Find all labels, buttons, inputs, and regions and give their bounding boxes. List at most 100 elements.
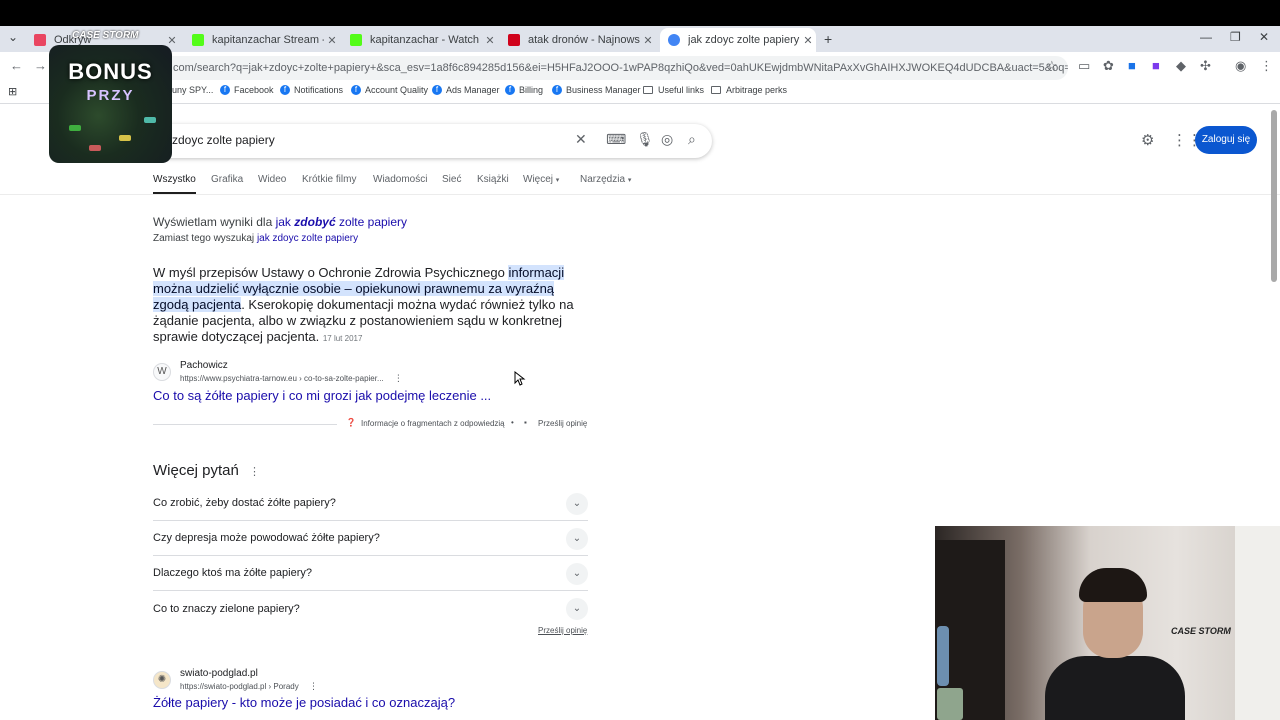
bookmark-star-icon[interactable]: ☆	[1046, 58, 1058, 74]
extension-diamond-icon[interactable]: ◆	[1176, 58, 1186, 74]
bookmark-4[interactable]: f Ads Manager	[432, 85, 500, 95]
tab-all[interactable]: Wszystko	[153, 174, 196, 195]
bookmark-label: Business Manager	[566, 85, 641, 95]
profile-icon[interactable]: ◉	[1235, 58, 1246, 74]
tab-images[interactable]: Grafika	[211, 174, 243, 185]
close-icon[interactable]: ✕	[164, 34, 180, 47]
tab-more[interactable]: Więcej ▾	[523, 174, 559, 185]
close-icon[interactable]: ✕	[482, 34, 498, 47]
tab-books[interactable]: Książki	[477, 174, 509, 185]
address-bar[interactable]: com/search?q=jak+zdoyc+zolte+papiery+&sc…	[58, 56, 1068, 80]
bookmark-label: Arbitrage perks	[726, 85, 788, 95]
tab-search-icon[interactable]: ⌄	[8, 30, 18, 44]
restore-icon[interactable]: ❐	[1230, 30, 1241, 44]
close-icon[interactable]: ✕	[324, 34, 340, 47]
tab-news[interactable]: Wiadomości	[373, 174, 427, 185]
search-input[interactable]: zdoyc zolte papiery	[150, 124, 712, 158]
lens-icon[interactable]: ◎	[661, 131, 673, 148]
close-icon[interactable]: ✕	[800, 34, 816, 47]
bookmark-5[interactable]: f Billing	[505, 85, 543, 95]
bookmark-label: Account Quality	[365, 85, 429, 95]
webcam-bottle	[937, 626, 949, 686]
menu-kebab-icon[interactable]: ⋮	[1260, 58, 1273, 74]
instead-prefix: Zamiast tego wyszukaj	[153, 233, 255, 244]
tab-1[interactable]: kapitanzachar Stream - Watch L ✕	[184, 28, 340, 52]
chevron-down-icon: ⌄	[566, 493, 588, 515]
original-query-link[interactable]: jak zdoyc zolte papiery	[257, 233, 358, 244]
minimize-icon[interactable]: —	[1200, 30, 1212, 44]
webcam-can	[937, 688, 963, 720]
mouse-cursor-icon	[514, 371, 526, 386]
extension-purple-icon[interactable]: ■	[1152, 58, 1160, 73]
decor-chip	[89, 145, 101, 151]
close-icon[interactable]: ✕	[640, 34, 656, 47]
apps-icon[interactable]: ⊞	[8, 85, 17, 98]
extensions-puzzle-icon[interactable]: ✣	[1200, 58, 1211, 74]
bookmark-7[interactable]: Useful links	[643, 85, 704, 95]
source-url: https://swiato-podglad.pl › Porady	[180, 682, 299, 691]
paa-item[interactable]: Co zrobić, żeby dostać żółte papiery? ⌄	[153, 486, 588, 521]
result-title-link-2[interactable]: Żółte papiery - kto może je posiadać i c…	[153, 695, 455, 710]
bookmark-label: Ads Manager	[446, 85, 500, 95]
close-window-icon[interactable]: ✕	[1259, 30, 1269, 44]
bookmark-8[interactable]: Arbitrage perks	[711, 85, 787, 95]
search-query-text: zdoyc zolte papiery	[172, 133, 275, 147]
new-tab-button[interactable]: +	[824, 31, 832, 47]
bookmark-6[interactable]: f Business Manager	[552, 85, 641, 95]
snippet-date: 17 lut 2017	[322, 334, 363, 343]
sign-in-button[interactable]: Zaloguj się	[1195, 126, 1257, 154]
more-options-icon[interactable]: ⋮	[394, 373, 403, 383]
tab-2[interactable]: kapitanzachar - Watch clips on ✕	[342, 28, 498, 52]
result-title-link[interactable]: Co to są żółte papiery i co mi grozi jak…	[153, 388, 491, 403]
tab-web[interactable]: Sieć	[442, 174, 461, 185]
extension-blue-icon[interactable]: ■	[1128, 58, 1136, 73]
kick-icon	[192, 34, 204, 46]
more-options-icon[interactable]: ⋮	[309, 681, 318, 691]
tab-tools[interactable]: Narzędzia ▾	[580, 174, 631, 185]
tab-active[interactable]: jak zdoyc zolte papiery - Szuka ✕	[660, 28, 816, 52]
przy-text: PRZY	[86, 87, 135, 104]
facebook-icon: f	[432, 85, 442, 95]
paa-item[interactable]: Czy depresja może powodować żółte papier…	[153, 521, 588, 556]
bookmark-2[interactable]: f Notifications	[280, 85, 343, 95]
webcam-overlay: CASE STORM	[935, 526, 1280, 720]
facebook-icon: f	[552, 85, 562, 95]
fragments-info-link[interactable]: Informacje o fragmentach z odpowiedzią	[361, 419, 505, 428]
back-icon[interactable]: ←	[10, 58, 23, 73]
feedback-link[interactable]: Prześlij opinię	[538, 419, 587, 428]
page-scrollbar[interactable]	[1271, 110, 1277, 282]
camera-icon[interactable]: ▭	[1078, 58, 1090, 74]
bookmark-label: uny SPY...	[172, 85, 214, 95]
paa-item[interactable]: Dlaczego ktoś ma żółte papiery? ⌄	[153, 556, 588, 591]
facebook-icon: f	[505, 85, 515, 95]
paa-feedback-link[interactable]: Prześlij opinię	[538, 626, 587, 635]
settings-gear-icon[interactable]: ⚙	[1141, 131, 1154, 149]
bookmark-label: Useful links	[658, 85, 705, 95]
search-icon[interactable]: ⌕	[688, 131, 696, 148]
tab-short-videos[interactable]: Krótkie filmy	[302, 174, 356, 185]
corrected-query-link[interactable]: jak zdobyć zolte papiery	[276, 215, 407, 229]
clear-icon[interactable]: ✕	[575, 131, 587, 148]
microphone-icon[interactable]: 🎙	[636, 131, 654, 148]
more-options-icon[interactable]: ⋮	[249, 466, 260, 478]
paa-title-text: Więcej pytań	[153, 462, 239, 479]
bookmark-1[interactable]: f Facebook	[220, 85, 274, 95]
link-part: jak	[275, 215, 291, 229]
tab-video[interactable]: Wideo	[258, 174, 286, 185]
forward-icon[interactable]: →	[34, 58, 47, 73]
address-text: com/search?q=jak+zdoyc+zolte+papiery+&sc…	[173, 62, 1068, 74]
tab-label: kapitanzachar Stream - Watch L	[212, 34, 324, 46]
keyboard-icon[interactable]: ⌨	[606, 131, 626, 148]
result-source-2[interactable]: ✺ swiato-podglad.pl https://swiato-podgl…	[153, 668, 318, 692]
bookmark-0[interactable]: uny SPY...	[172, 85, 213, 95]
tab-3[interactable]: atak dronów - Najnowsze infor ✕	[500, 28, 656, 52]
caret-down-icon: ▾	[555, 177, 560, 184]
result-source[interactable]: W Pachowicz https://www.psychiatra-tarno…	[153, 360, 403, 384]
link-part: zolte papiery	[338, 215, 408, 229]
site-favicon-icon: ✺	[153, 671, 171, 689]
bookmark-3[interactable]: f Account Quality	[351, 85, 428, 95]
correction-prefix: Wyświetlam wyniki dla	[153, 215, 273, 229]
paa-item[interactable]: Co to znaczy zielone papiery? ⌄	[153, 591, 588, 626]
webcam-person-hair	[1079, 568, 1147, 602]
extension-icon[interactable]: ✿	[1103, 58, 1114, 74]
